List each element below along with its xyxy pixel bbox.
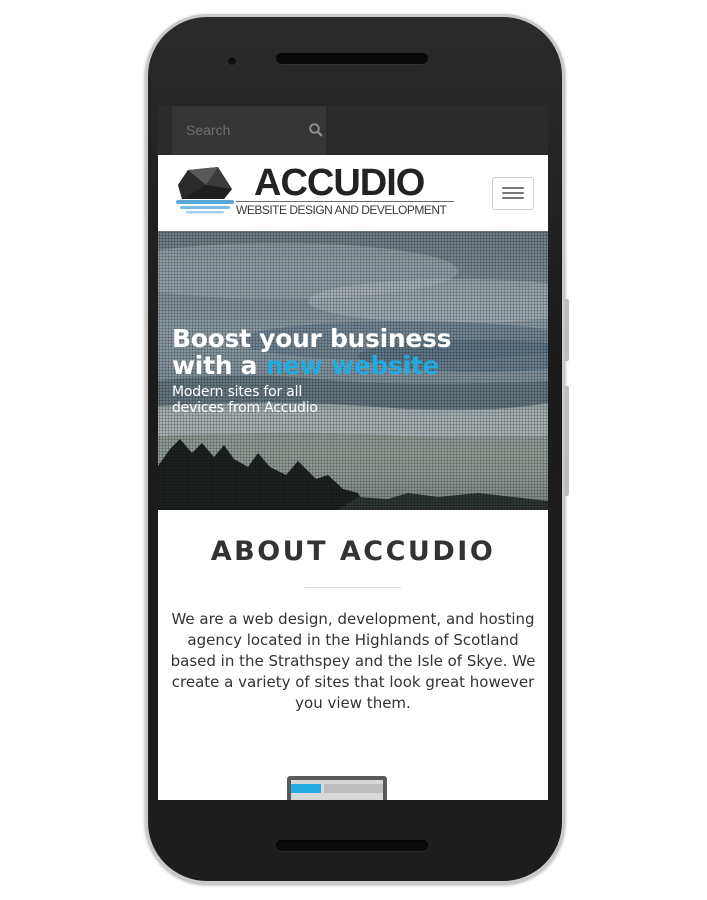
top-speaker <box>276 53 428 64</box>
site-logo[interactable]: ACCUDIO WEBSITE DESIGN AND DEVELOPMENT <box>174 162 456 219</box>
phone-power-button <box>565 386 569 496</box>
about-title: ABOUT ACCUDIO <box>210 536 496 567</box>
device-illustration-screen <box>291 780 383 800</box>
hero-subtitle-line1: Modern sites for all <box>172 384 303 400</box>
hero-headline-line2: with a <box>172 351 266 380</box>
device-illustration-accent-bar <box>291 784 321 793</box>
logo-divider <box>236 201 454 202</box>
about-text: We are a web design, development, and ho… <box>170 610 536 712</box>
logo-subtitle: WEBSITE DESIGN AND DEVELOPMENT <box>236 203 447 217</box>
hero-banner: Boost your business with a new website M… <box>158 231 548 510</box>
accudio-logo-icon <box>176 167 234 214</box>
phone-volume-button <box>565 299 569 361</box>
about-section: ABOUT ACCUDIO We are a web design, devel… <box>158 510 548 800</box>
hero-headline-accent: new website <box>265 351 440 380</box>
site-header: ACCUDIO WEBSITE DESIGN AND DEVELOPMENT <box>158 155 548 231</box>
device-illustration-gray-bar <box>324 784 383 793</box>
hero-headline-line1: Boost your business <box>172 324 452 353</box>
logo-title: ACCUDIO <box>254 162 425 204</box>
search-input[interactable] <box>186 121 296 139</box>
search-icon <box>309 123 323 137</box>
bottom-speaker <box>276 840 428 851</box>
hero-subtitle: Modern sites for all devices from Accudi… <box>172 384 318 416</box>
device-illustration <box>287 776 387 800</box>
search-button[interactable] <box>308 122 324 138</box>
front-camera <box>228 57 236 65</box>
menu-toggle-button[interactable] <box>492 177 534 210</box>
phone-screen: ACCUDIO WEBSITE DESIGN AND DEVELOPMENT <box>158 106 548 800</box>
about-divider <box>305 587 401 588</box>
search-form <box>172 106 326 155</box>
top-bar <box>158 106 548 155</box>
hero-subtitle-line2: devices from Accudio <box>172 400 318 416</box>
hero-headline: Boost your business with a new website <box>172 324 452 380</box>
